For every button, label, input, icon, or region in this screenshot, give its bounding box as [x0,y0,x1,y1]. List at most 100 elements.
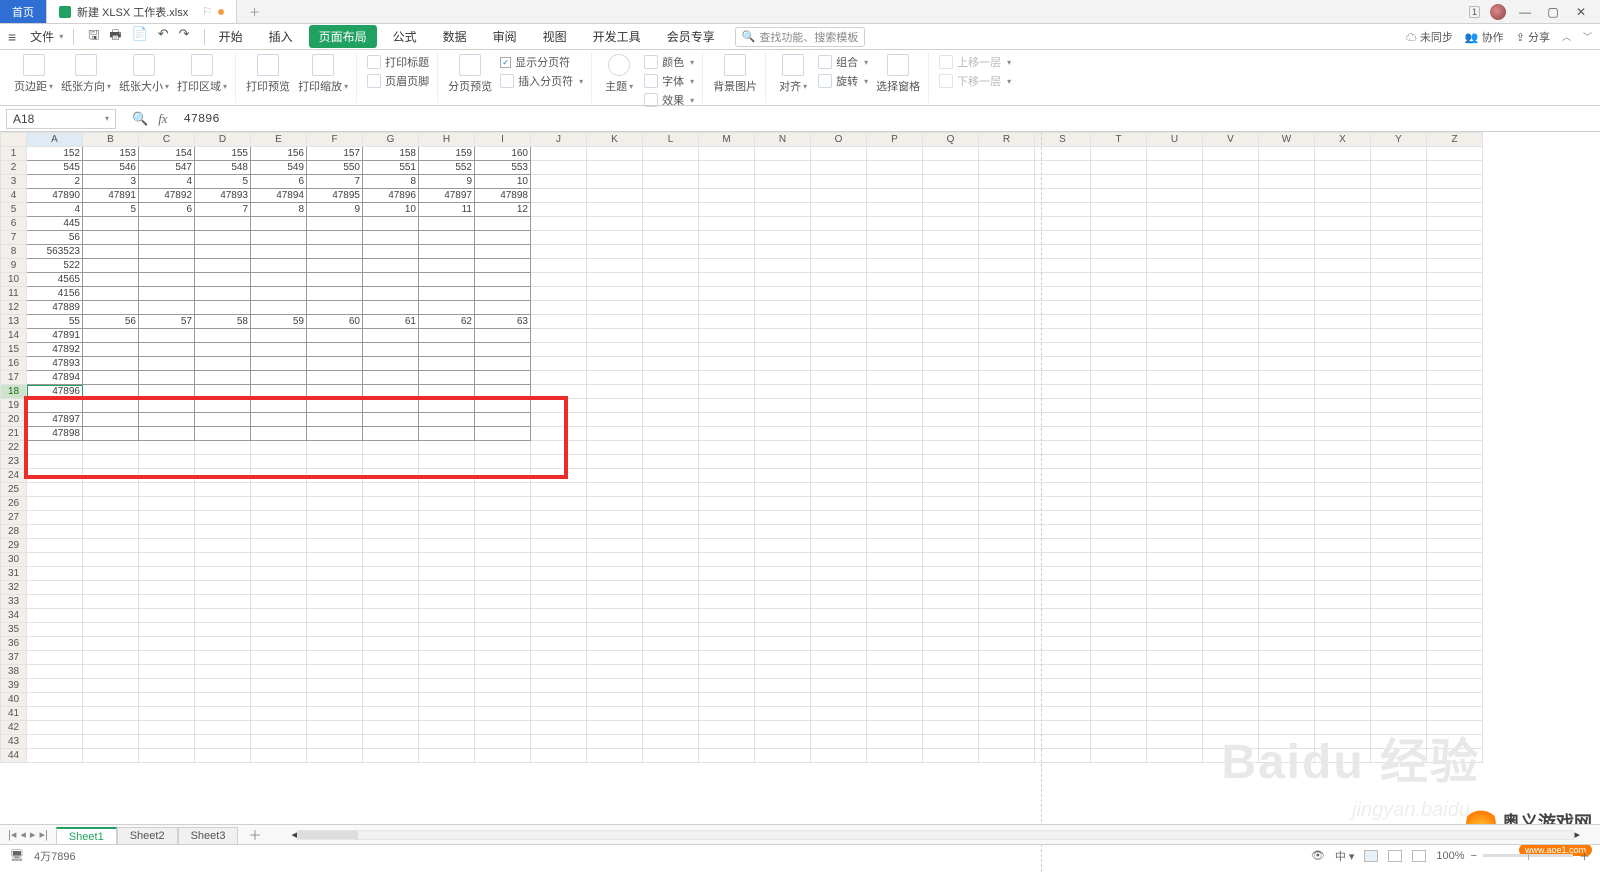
cell[interactable] [699,343,755,357]
cell[interactable] [251,679,307,693]
row-header[interactable]: 3 [1,175,27,189]
cell[interactable] [1427,441,1483,455]
zoom-control[interactable]: 100% − ＋ [1436,848,1590,864]
row-header[interactable]: 26 [1,497,27,511]
cell[interactable] [587,735,643,749]
cell[interactable] [699,413,755,427]
cell[interactable] [811,147,867,161]
cell[interactable] [1259,441,1315,455]
cell[interactable] [363,497,419,511]
cell[interactable] [587,315,643,329]
cell[interactable] [1427,175,1483,189]
cell[interactable] [1315,567,1371,581]
cell[interactable] [1035,371,1091,385]
cell[interactable] [1427,315,1483,329]
cell[interactable] [867,567,923,581]
cell[interactable] [195,609,251,623]
cell[interactable] [1315,273,1371,287]
cell[interactable] [139,273,195,287]
row-header[interactable]: 36 [1,637,27,651]
cell[interactable] [83,469,139,483]
cell[interactable] [1147,511,1203,525]
cell[interactable] [531,553,587,567]
cell[interactable] [1315,581,1371,595]
cell[interactable] [419,567,475,581]
cell[interactable] [83,735,139,749]
row-header[interactable]: 30 [1,553,27,567]
cell[interactable] [419,217,475,231]
cell[interactable] [699,175,755,189]
cell[interactable] [139,651,195,665]
cell[interactable] [363,637,419,651]
cell[interactable]: 47890 [27,189,83,203]
cell[interactable] [1147,679,1203,693]
cell[interactable] [755,497,811,511]
cell[interactable] [1259,287,1315,301]
cell[interactable] [475,329,531,343]
cell[interactable] [307,455,363,469]
cell[interactable] [755,259,811,273]
cell[interactable] [419,553,475,567]
cell[interactable] [923,525,979,539]
cell[interactable] [587,399,643,413]
cell[interactable] [867,483,923,497]
cell[interactable] [1315,595,1371,609]
cell[interactable] [195,329,251,343]
cell[interactable] [1371,189,1427,203]
cell[interactable] [643,721,699,735]
ribbon-options-icon[interactable]: ︿ [1562,30,1571,43]
cell[interactable] [979,665,1035,679]
cell[interactable] [475,217,531,231]
cell[interactable]: 47897 [419,189,475,203]
cell[interactable] [1147,231,1203,245]
cell[interactable] [587,469,643,483]
cell[interactable] [1427,525,1483,539]
cell[interactable] [195,287,251,301]
cell[interactable] [363,665,419,679]
cell[interactable] [419,749,475,763]
cell[interactable] [923,735,979,749]
cell[interactable] [1147,357,1203,371]
sheet-tab[interactable]: Sheet2 [117,827,178,845]
cell[interactable] [755,189,811,203]
row-header[interactable]: 22 [1,441,27,455]
cell[interactable] [1035,231,1091,245]
cell[interactable] [27,469,83,483]
cell[interactable] [307,301,363,315]
collab-button[interactable]: 👥 协作 [1465,29,1504,45]
cell[interactable] [1259,175,1315,189]
cell[interactable] [475,581,531,595]
cell[interactable]: 8 [251,203,307,217]
cell[interactable] [195,483,251,497]
cell[interactable] [923,427,979,441]
cell[interactable] [531,259,587,273]
cell[interactable] [979,245,1035,259]
cell[interactable] [1147,553,1203,567]
cell[interactable] [867,371,923,385]
row-header[interactable]: 38 [1,665,27,679]
cell[interactable] [475,609,531,623]
cell[interactable] [979,343,1035,357]
cell[interactable] [1091,693,1147,707]
cell[interactable] [587,357,643,371]
cell[interactable]: 12 [475,203,531,217]
cell[interactable] [923,217,979,231]
cell[interactable] [587,693,643,707]
cell[interactable] [475,553,531,567]
cell[interactable] [531,721,587,735]
cell[interactable] [475,357,531,371]
cell[interactable] [531,469,587,483]
cell[interactable] [363,581,419,595]
cell[interactable] [923,721,979,735]
column-header[interactable]: P [867,133,923,147]
cell[interactable] [1203,441,1259,455]
column-header[interactable]: A [27,133,83,147]
cell[interactable] [1203,301,1259,315]
cell[interactable] [979,511,1035,525]
cell[interactable] [419,511,475,525]
cell[interactable] [363,651,419,665]
cell[interactable] [1427,329,1483,343]
cell[interactable] [1091,161,1147,175]
cell[interactable] [923,511,979,525]
cell[interactable] [83,749,139,763]
